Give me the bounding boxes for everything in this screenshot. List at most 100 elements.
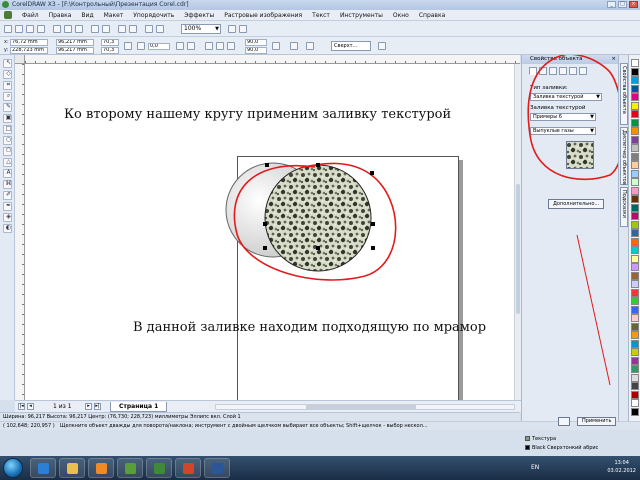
color-swatch[interactable] bbox=[631, 59, 639, 67]
x-position-field[interactable]: 76,72 mm bbox=[10, 39, 48, 46]
color-swatch[interactable] bbox=[631, 76, 639, 84]
direction-icon[interactable] bbox=[272, 42, 280, 50]
cut-icon[interactable] bbox=[53, 25, 61, 33]
color-swatch[interactable] bbox=[631, 93, 639, 101]
color-swatch[interactable] bbox=[631, 297, 639, 305]
zoom-tool[interactable]: ⌕ bbox=[3, 92, 12, 101]
color-swatch[interactable] bbox=[631, 161, 639, 169]
pie-icon[interactable] bbox=[216, 42, 224, 50]
arc-end-field[interactable]: 90,0 bbox=[245, 47, 267, 54]
shape-tool[interactable]: ◇ bbox=[3, 70, 12, 79]
texture-preview[interactable] bbox=[566, 141, 594, 169]
options-icon[interactable] bbox=[239, 25, 247, 33]
menu-tools[interactable]: Инструменты bbox=[340, 12, 383, 19]
new-document-icon[interactable] bbox=[4, 25, 12, 33]
color-swatch[interactable] bbox=[631, 356, 639, 365]
mirror-v-icon[interactable] bbox=[187, 42, 195, 50]
fill-type-select[interactable]: Заливка текстурой ▼ bbox=[530, 93, 602, 101]
ellipse-tool[interactable]: ○ bbox=[3, 136, 12, 145]
close-button[interactable]: × bbox=[629, 1, 638, 8]
texture-name-select[interactable]: Выпуклые газы ▼ bbox=[530, 127, 596, 135]
arc-start-field[interactable]: 90,0 bbox=[245, 39, 267, 46]
color-swatch[interactable] bbox=[631, 263, 639, 271]
taskbar-word[interactable] bbox=[204, 458, 230, 478]
menu-layout[interactable]: Макет bbox=[104, 12, 124, 19]
texture-library-select[interactable]: Примеры 6 ▼ bbox=[530, 113, 596, 121]
text-tool[interactable]: A bbox=[3, 169, 12, 178]
taskbar-powerpoint[interactable] bbox=[175, 458, 201, 478]
selection-handle[interactable] bbox=[263, 222, 267, 226]
tab-hints[interactable]: Подсказки bbox=[620, 187, 628, 227]
eyedropper-tool[interactable]: ✐ bbox=[3, 191, 12, 200]
taskbar-media[interactable] bbox=[88, 458, 114, 478]
apply-button[interactable]: Применить bbox=[577, 417, 617, 426]
start-button[interactable] bbox=[3, 458, 23, 478]
color-swatch[interactable] bbox=[631, 110, 639, 118]
menu-file[interactable]: Файл bbox=[22, 12, 39, 19]
color-swatch[interactable] bbox=[631, 373, 639, 382]
color-swatch[interactable] bbox=[631, 237, 639, 246]
color-swatch[interactable] bbox=[631, 280, 639, 288]
menu-view[interactable]: Вид bbox=[81, 12, 93, 19]
tab-object-properties[interactable]: Свойства объекта bbox=[620, 63, 628, 125]
taskbar-ie[interactable] bbox=[30, 458, 56, 478]
next-page-button[interactable]: ▸ bbox=[85, 403, 92, 410]
menu-bitmaps[interactable]: Растровые изображения bbox=[224, 12, 302, 19]
menu-arrange[interactable]: Упорядочить bbox=[133, 12, 174, 19]
taskbar-app[interactable] bbox=[117, 458, 143, 478]
width-field[interactable]: 96,217 mm bbox=[56, 39, 94, 46]
color-swatch[interactable] bbox=[631, 246, 639, 254]
first-page-button[interactable]: |◂ bbox=[18, 403, 25, 410]
internet-tab-icon[interactable] bbox=[569, 67, 577, 75]
pick-tool[interactable]: ↖ bbox=[3, 59, 12, 68]
color-swatch[interactable] bbox=[631, 195, 639, 203]
color-swatch[interactable] bbox=[631, 135, 639, 144]
color-swatch[interactable] bbox=[631, 339, 639, 348]
color-swatch[interactable] bbox=[631, 271, 639, 280]
color-swatch[interactable] bbox=[631, 67, 639, 76]
color-swatch[interactable] bbox=[631, 84, 639, 93]
ruler-origin[interactable] bbox=[15, 55, 25, 64]
outline-tool[interactable]: ✒ bbox=[3, 202, 12, 211]
selection-handle[interactable] bbox=[371, 246, 375, 250]
import-icon[interactable] bbox=[118, 25, 126, 33]
taskbar-explorer[interactable] bbox=[59, 458, 85, 478]
mirror-h-icon[interactable] bbox=[176, 42, 184, 50]
zoom-level-select[interactable]: 100% ▼ bbox=[181, 24, 221, 34]
color-swatch[interactable] bbox=[631, 118, 639, 127]
lock-icon[interactable] bbox=[558, 417, 570, 426]
detail-tab-icon[interactable] bbox=[559, 67, 567, 75]
color-swatch[interactable] bbox=[631, 229, 639, 237]
fill-tool[interactable]: ◈ bbox=[3, 213, 12, 222]
prev-page-button[interactable]: ◂ bbox=[27, 403, 34, 410]
crop-tool[interactable]: ⌗ bbox=[3, 81, 12, 90]
rectangle-tool[interactable]: □ bbox=[3, 125, 12, 134]
drawing-canvas[interactable]: Ко второму нашему кругу применим заливку… bbox=[25, 64, 514, 400]
undo-icon[interactable] bbox=[91, 25, 99, 33]
color-swatch[interactable] bbox=[631, 288, 639, 297]
fill-indicator[interactable]: Текстура bbox=[525, 436, 556, 442]
menu-window[interactable]: Окно bbox=[393, 12, 409, 19]
scale-height-field[interactable]: 70,3 bbox=[101, 47, 119, 54]
last-page-button[interactable]: ▸| bbox=[94, 403, 101, 410]
fill-tab-icon[interactable] bbox=[529, 67, 537, 75]
interactive-blend-tool[interactable]: ⌘ bbox=[3, 180, 12, 189]
app-launcher-icon[interactable] bbox=[145, 25, 153, 33]
lock-ratio-icon[interactable] bbox=[124, 42, 132, 50]
vertical-ruler[interactable] bbox=[15, 64, 25, 400]
selection-handle[interactable] bbox=[316, 163, 320, 167]
color-swatch[interactable] bbox=[631, 314, 639, 322]
color-swatch[interactable] bbox=[631, 144, 639, 152]
page-tab[interactable]: Страница 1 bbox=[110, 402, 168, 412]
horizontal-scrollbar[interactable] bbox=[215, 404, 515, 410]
convert-to-curves-icon[interactable] bbox=[378, 42, 386, 50]
color-swatch[interactable] bbox=[631, 348, 639, 356]
color-swatch[interactable] bbox=[631, 152, 639, 161]
outline-width-select[interactable]: Сверхт... bbox=[331, 41, 371, 51]
y-position-field[interactable]: 228,723 mm bbox=[10, 47, 48, 54]
outline-tab-icon[interactable] bbox=[539, 67, 547, 75]
color-swatch[interactable] bbox=[631, 101, 639, 110]
coreldraw-app-icon[interactable] bbox=[2, 1, 9, 8]
tab-object-manager[interactable]: Диспетчер объектов bbox=[620, 127, 628, 185]
maximize-button[interactable]: □ bbox=[618, 1, 627, 8]
